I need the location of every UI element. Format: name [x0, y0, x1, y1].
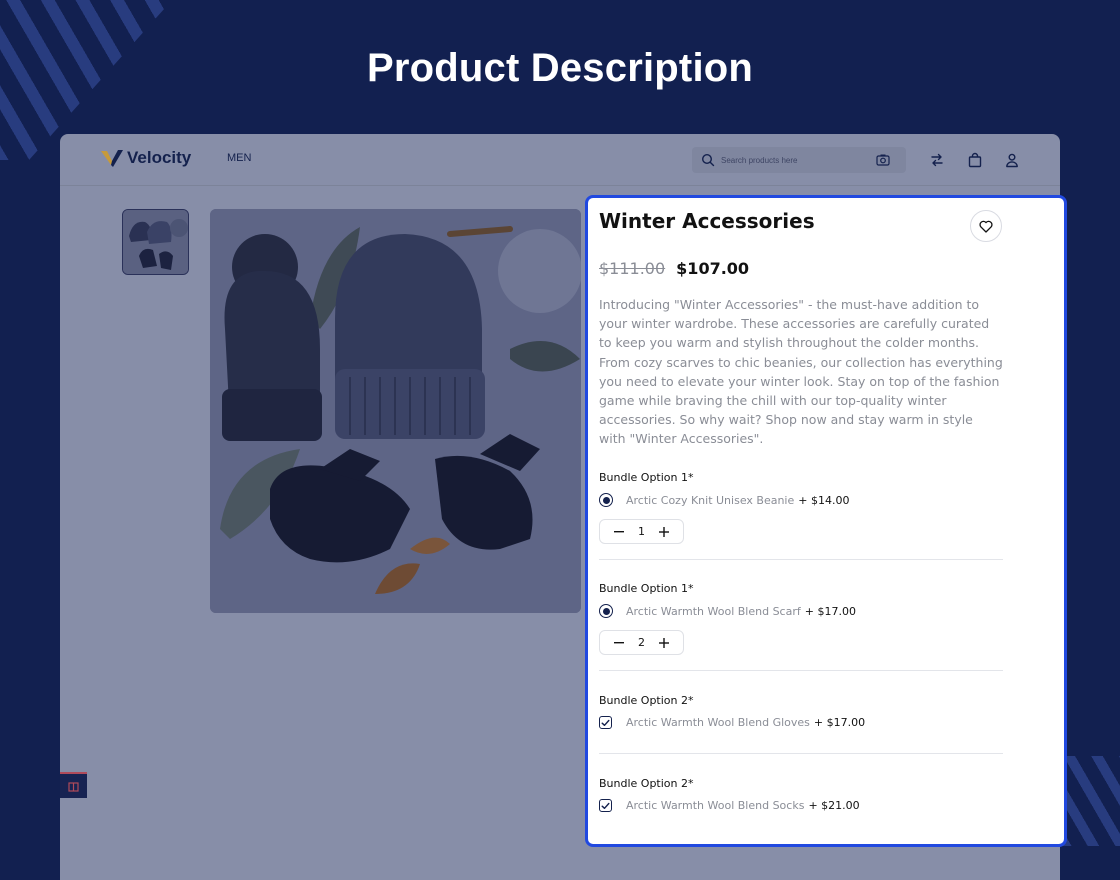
bundle-item-price: + $21.00 [808, 799, 860, 812]
bundle-option-label: Bundle Option 1* [599, 582, 694, 595]
thumbnail-image [123, 210, 188, 274]
bundle-option-choice[interactable]: Arctic Cozy Knit Unisex Beanie + $14.00 [599, 493, 1003, 507]
divider [599, 670, 1003, 671]
bundle-option: Bundle Option 2* Arctic Warmth Wool Blen… [599, 694, 1003, 729]
bundle-option: Bundle Option 2* Arctic Warmth Wool Blen… [599, 777, 1003, 812]
bundle-option-label: Bundle Option 2* [599, 694, 694, 707]
top-nav: Velocity MEN [60, 134, 1060, 186]
checkmark-icon [601, 719, 610, 726]
radio-selected[interactable] [599, 604, 613, 618]
divider [599, 753, 1003, 754]
minus-icon [614, 530, 624, 532]
product-main-image[interactable] [210, 209, 581, 613]
nav-item-men[interactable]: MEN [227, 152, 251, 164]
product-detail-panel: Winter Accessories $111.00 $107.00 Intro… [585, 195, 1067, 847]
search-input[interactable] [721, 151, 871, 169]
side-widget-tab[interactable] [60, 772, 87, 798]
bundle-item-price: + $17.00 [804, 604, 856, 618]
decrease-button[interactable] [608, 633, 630, 653]
cart-icon[interactable] [967, 152, 983, 168]
bundle-item-name: Arctic Warmth Wool Blend Scarf [626, 604, 801, 618]
checkmark-icon [601, 802, 610, 809]
quantity-stepper: 1 [599, 519, 684, 544]
brand-name: Velocity [127, 148, 192, 167]
original-price: $111.00 [599, 259, 666, 278]
quantity-value: 2 [638, 636, 645, 649]
logo-v-icon [101, 150, 123, 167]
bundle-option-choice[interactable]: Arctic Warmth Wool Blend Gloves + $17.00 [599, 716, 1003, 729]
bundle-item-name: Arctic Warmth Wool Blend Socks [626, 799, 805, 812]
camera-icon[interactable] [876, 153, 890, 167]
plus-icon [659, 526, 669, 537]
search-bar[interactable] [692, 147, 906, 173]
divider [599, 559, 1003, 560]
radio-selected[interactable] [599, 493, 613, 507]
bundle-item-name: Arctic Warmth Wool Blend Gloves [626, 716, 810, 729]
bundle-item-name: Arctic Cozy Knit Unisex Beanie [626, 493, 795, 507]
product-thumbnail[interactable] [122, 209, 189, 275]
bundle-item-price: + $17.00 [813, 716, 866, 729]
minus-icon [614, 641, 624, 643]
quantity-stepper: 2 [599, 630, 684, 655]
plus-icon [659, 637, 669, 648]
bundle-option-choice[interactable]: Arctic Warmth Wool Blend Socks + $21.00 [599, 799, 1003, 812]
account-icon[interactable] [1004, 152, 1020, 168]
heart-icon [979, 220, 993, 233]
search-icon[interactable] [701, 153, 715, 167]
bundle-item-price: + $14.00 [798, 493, 850, 507]
page-title: Product Description [366, 46, 754, 90]
checkbox-checked[interactable] [599, 716, 612, 729]
product-description: Introducing "Winter Accessories" - the m… [599, 297, 1003, 447]
winter-accessories-photo [210, 209, 581, 613]
decrease-button[interactable] [608, 522, 630, 542]
bundle-option: Bundle Option 1* Arctic Cozy Knit Unisex… [599, 471, 1003, 544]
quantity-value: 1 [638, 525, 645, 538]
increase-button[interactable] [653, 633, 675, 653]
bundle-option: Bundle Option 1* Arctic Warmth Wool Blen… [599, 582, 1003, 655]
bundle-option-label: Bundle Option 1* [599, 471, 694, 484]
product-title: Winter Accessories [599, 209, 815, 233]
checkbox-checked[interactable] [599, 799, 612, 812]
sale-price: $107.00 [676, 259, 750, 278]
bundle-option-label: Bundle Option 2* [599, 777, 694, 790]
decorative-stripes-bottom-right [1060, 756, 1120, 846]
compare-icon[interactable] [929, 152, 945, 168]
bundle-option-choice[interactable]: Arctic Warmth Wool Blend Scarf + $17.00 [599, 604, 1003, 618]
gift-icon [68, 782, 79, 792]
wishlist-button[interactable] [970, 210, 1002, 242]
brand-logo[interactable]: Velocity [100, 148, 191, 168]
increase-button[interactable] [653, 522, 675, 542]
price-row: $111.00 $107.00 [599, 259, 749, 278]
